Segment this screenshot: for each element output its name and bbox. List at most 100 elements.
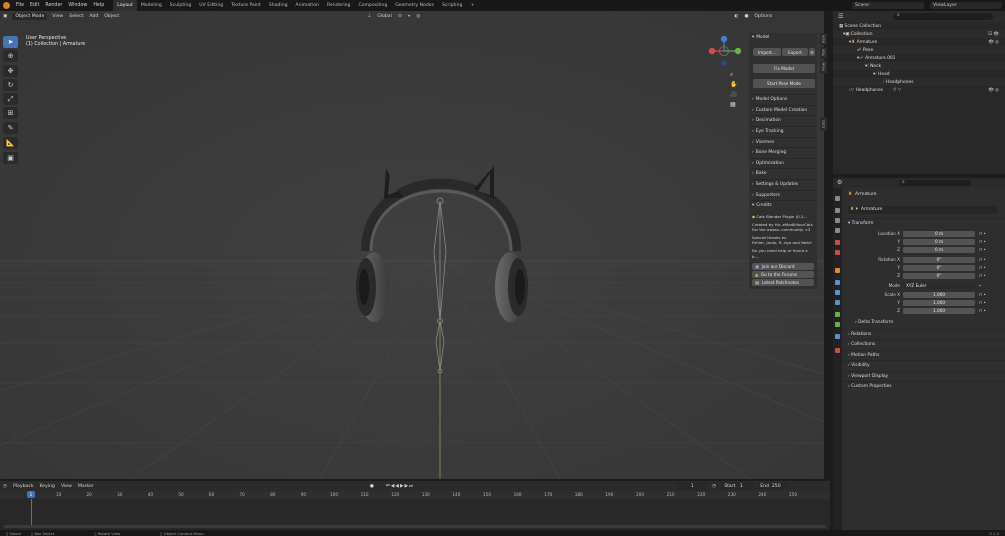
blender-logo-icon[interactable]: [3, 2, 10, 9]
export-button[interactable]: Export: [782, 48, 808, 56]
tab-view[interactable]: View: [820, 61, 827, 73]
section-bake[interactable]: › Bake: [749, 168, 817, 177]
frame-ruler[interactable]: 1 10 20 30 40 50 60 70 80 90 100 110 120 130 140 150 160…: [0, 491, 830, 499]
outliner-row-armature[interactable]: ▾ ♜ Armature 👁 ◎: [833, 38, 1005, 46]
delta-transform-section[interactable]: › Delta Transform: [843, 318, 1005, 327]
particles-tab-icon[interactable]: [835, 290, 840, 295]
fix-model-button[interactable]: Fix Model: [753, 64, 815, 73]
overlays-icon[interactable]: ◐: [731, 11, 741, 22]
section-decimation[interactable]: › Decimation: [749, 115, 817, 124]
timeline-editor-icon[interactable]: ◷: [0, 481, 10, 492]
timeline-scrollbar[interactable]: [4, 525, 826, 528]
section-model-options[interactable]: › Model Options: [749, 94, 817, 103]
options-button[interactable]: Options: [751, 11, 775, 22]
start-frame-field[interactable]: Start 1: [721, 482, 754, 490]
physics-tab-icon[interactable]: [835, 300, 840, 305]
cursor-tool-icon[interactable]: ⊕: [3, 50, 18, 62]
scale-x-field[interactable]: 1.000: [903, 291, 975, 298]
record-button[interactable]: ●: [367, 481, 377, 492]
tab-uv-editing[interactable]: UV Editing: [195, 0, 227, 11]
rotation-mode-dropdown[interactable]: XYZ Euler: [903, 282, 975, 289]
join-discord-button[interactable]: ▣ Join our Discord: [752, 263, 814, 270]
menu-playback[interactable]: Playback: [10, 481, 37, 492]
object-name-field[interactable]: ♜ Armature: [848, 192, 877, 197]
tab-cats[interactable]: Cats: [820, 117, 827, 131]
object-tab-icon[interactable]: [835, 268, 840, 273]
outliner-row-headphones[interactable]: › ▽ Headphones ⚲ ▽ 👁 ◎: [833, 86, 1005, 94]
menu-file[interactable]: File: [13, 0, 27, 11]
constraints-tab-icon[interactable]: [835, 312, 840, 317]
forums-button[interactable]: ▲ Go to the Forums: [752, 271, 814, 278]
orientation-dropdown[interactable]: Global: [374, 11, 395, 22]
menu-edit[interactable]: Edit: [27, 0, 42, 11]
menu-view[interactable]: View: [49, 11, 66, 22]
tab-compositing[interactable]: Compositing: [354, 0, 391, 11]
rotation-x-field[interactable]: 0°: [903, 256, 975, 263]
grid-icon[interactable]: ▦: [730, 100, 737, 110]
rotation-y-field[interactable]: 0°: [903, 264, 975, 271]
pan-icon[interactable]: ✋: [730, 80, 737, 90]
properties-type-icon[interactable]: ⚙: [837, 179, 842, 186]
menu-keying[interactable]: Keying: [37, 481, 58, 492]
tool-tab-icon[interactable]: [835, 196, 840, 201]
view-layer-selector[interactable]: ViewLayer: [930, 2, 1002, 9]
outliner-row-armature-data[interactable]: ▾ ☍ Armature.001: [833, 54, 1005, 62]
shading-solid-icon[interactable]: ●: [741, 11, 751, 22]
scene-tab-icon[interactable]: [835, 240, 840, 245]
tab-rendering[interactable]: Rendering: [323, 0, 354, 11]
start-pose-mode-button[interactable]: Start Pose Mode: [753, 79, 815, 88]
editor-type-icon[interactable]: ▣: [0, 11, 10, 22]
rotate-tool-icon[interactable]: ↻: [3, 79, 18, 91]
camera-icon[interactable]: 🎥: [730, 90, 737, 100]
collections-section[interactable]: › Collections: [843, 339, 1005, 348]
mode-dropdown[interactable]: Object Mode: [12, 13, 48, 20]
tab-geometry-nodes[interactable]: Geometry Nodes: [391, 0, 438, 11]
add-workspace-button[interactable]: +: [466, 0, 478, 11]
import-button[interactable]: Import...: [753, 48, 781, 56]
viewport-display-section[interactable]: › Viewport Display: [843, 371, 1005, 380]
custom-properties-section[interactable]: › Custom Properties: [843, 381, 1005, 390]
tab-item[interactable]: Item: [820, 33, 827, 45]
menu-add[interactable]: Add: [86, 11, 101, 22]
visibility-section[interactable]: › Visibility: [843, 360, 1005, 369]
pivot-icon[interactable]: ⊙: [395, 11, 405, 22]
world-tab-icon[interactable]: [835, 250, 840, 255]
tab-layout[interactable]: Layout: [113, 0, 137, 11]
location-x-field[interactable]: 0 m: [903, 230, 975, 237]
snap-icon[interactable]: ⌖: [405, 11, 414, 22]
model-menu-icon[interactable]: ≡: [809, 48, 815, 56]
section-bone-merging[interactable]: › Bone Merging: [749, 147, 817, 156]
tab-tool[interactable]: Tool: [820, 47, 827, 59]
proportional-edit-icon[interactable]: ◎: [413, 11, 423, 22]
outliner-row-pose[interactable]: ☍ Pose: [833, 46, 1005, 54]
modifier-tab-icon[interactable]: [835, 280, 840, 285]
scale-z-field[interactable]: 1.000: [903, 307, 975, 314]
outliner-row-head[interactable]: ▾ / Head: [833, 70, 1005, 78]
model-header[interactable]: ▾ Model: [749, 33, 817, 42]
transform-section[interactable]: ▾ Transform: [843, 218, 1005, 227]
outliner-row-collection[interactable]: ▾ ▣ Collection ☑ 👁: [833, 30, 1005, 38]
section-custom-model-creation[interactable]: › Custom Model Creation: [749, 105, 817, 114]
menu-help[interactable]: Help: [90, 0, 107, 11]
add-cube-tool-icon[interactable]: ▣: [3, 152, 18, 164]
section-credits[interactable]: ▾ Credits: [749, 200, 817, 209]
rotation-z-field[interactable]: 0°: [903, 272, 975, 279]
select-tool-icon[interactable]: ➤: [3, 36, 18, 48]
data-name-field[interactable]: ♜ ▾ Armature: [848, 206, 998, 214]
navigation-gizmo[interactable]: [708, 33, 744, 113]
transform-tool-icon[interactable]: ⊞: [3, 107, 18, 119]
tab-shading[interactable]: Shading: [265, 0, 292, 11]
scale-tool-icon[interactable]: ⤢: [3, 93, 18, 105]
scene-selector[interactable]: Scene: [852, 2, 924, 9]
tab-modeling[interactable]: Modeling: [137, 0, 166, 11]
move-tool-icon[interactable]: ✥: [3, 65, 18, 77]
transform-orientation-icon[interactable]: ⊥: [364, 11, 374, 22]
relations-section[interactable]: › Relations: [843, 329, 1005, 338]
tab-texture-paint[interactable]: Texture Paint: [227, 0, 265, 11]
render-tab-icon[interactable]: [835, 208, 840, 213]
patchnotes-button[interactable]: ▤ Latest Patchnotes: [752, 279, 814, 286]
outliner-type-icon[interactable]: ☰: [838, 13, 843, 20]
menu-render[interactable]: Render: [42, 0, 65, 11]
annotate-tool-icon[interactable]: ✎: [3, 122, 18, 134]
measure-tool-icon[interactable]: 📐: [3, 137, 18, 149]
